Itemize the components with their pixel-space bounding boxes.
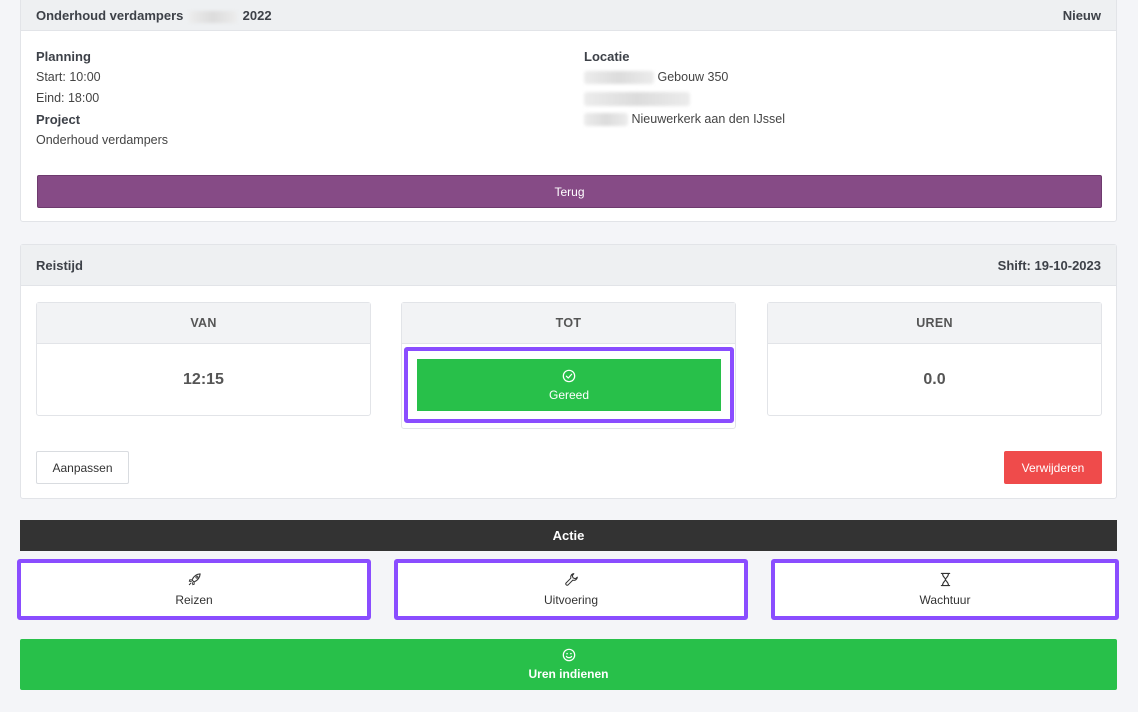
waiting-label: Wachtuur: [919, 593, 971, 607]
delete-button[interactable]: Verwijderen: [1004, 451, 1102, 484]
done-button-frame: Gereed: [404, 347, 734, 423]
tot-label: TOT: [402, 303, 735, 344]
van-value: 12:15: [183, 370, 224, 388]
project-value: Onderhoud verdampers: [36, 133, 169, 147]
location-line-1: Gebouw 350: [584, 67, 785, 88]
van-box: VAN 12:15: [36, 302, 371, 416]
redacted-text: [584, 113, 628, 127]
action-header: Actie: [20, 520, 1117, 551]
project-label: Project: [36, 112, 81, 127]
planning-end: Eind: 18:00: [36, 91, 100, 105]
execution-button[interactable]: Uitvoering: [394, 559, 748, 620]
location-line-3: Nieuwerkerk aan den IJssel: [584, 109, 785, 130]
location-section: Locatie Gebouw 350 Nieuwerkerk aan den I…: [584, 46, 785, 130]
hourglass-icon: [940, 572, 950, 587]
travel-button[interactable]: Reizen: [17, 559, 371, 620]
status-badge: Nieuw: [1062, 8, 1101, 23]
planning-label: Planning: [36, 49, 91, 64]
van-label: VAN: [37, 303, 370, 344]
rocket-icon: [188, 573, 201, 586]
execution-label: Uitvoering: [543, 593, 599, 607]
job-title: Onderhoud verdampers 2022: [36, 8, 272, 23]
shift-date: Shift: 19-10-2023: [997, 257, 1101, 273]
redacted-text: [584, 71, 654, 85]
location-label: Locatie: [584, 49, 630, 64]
wrench-icon: [564, 573, 578, 586]
job-card: Onderhoud verdampers 2022 Nieuw Planning…: [20, 0, 1117, 222]
check-circle-icon: [562, 369, 576, 382]
done-button[interactable]: Gereed: [417, 359, 721, 411]
travel-label: Reizen: [175, 593, 213, 607]
travel-card-header: Reistijd Shift: 19-10-2023: [21, 245, 1116, 286]
uren-label: UREN: [768, 303, 1101, 344]
edit-button[interactable]: Aanpassen: [36, 451, 129, 484]
job-card-header: Onderhoud verdampers 2022 Nieuw: [21, 0, 1116, 31]
smile-icon: [562, 648, 575, 662]
done-label: Gereed: [548, 387, 590, 402]
waiting-button[interactable]: Wachtuur: [771, 559, 1119, 620]
location-line-2: [584, 88, 785, 109]
redacted-text: [189, 10, 237, 23]
submit-label: Uren indienen: [528, 667, 609, 681]
uren-box: UREN 0.0: [767, 302, 1102, 416]
uren-value: 0.0: [923, 370, 946, 388]
redacted-text: [584, 91, 690, 106]
planning-start: Start: 10:00: [36, 70, 101, 84]
travel-title: Reistijd: [36, 257, 83, 273]
planning-section: Planning Start: 10:00 Eind: 18:00 Projec…: [36, 46, 168, 151]
back-button[interactable]: Terug: [37, 175, 1102, 208]
submit-hours-button[interactable]: Uren indienen: [20, 639, 1117, 690]
